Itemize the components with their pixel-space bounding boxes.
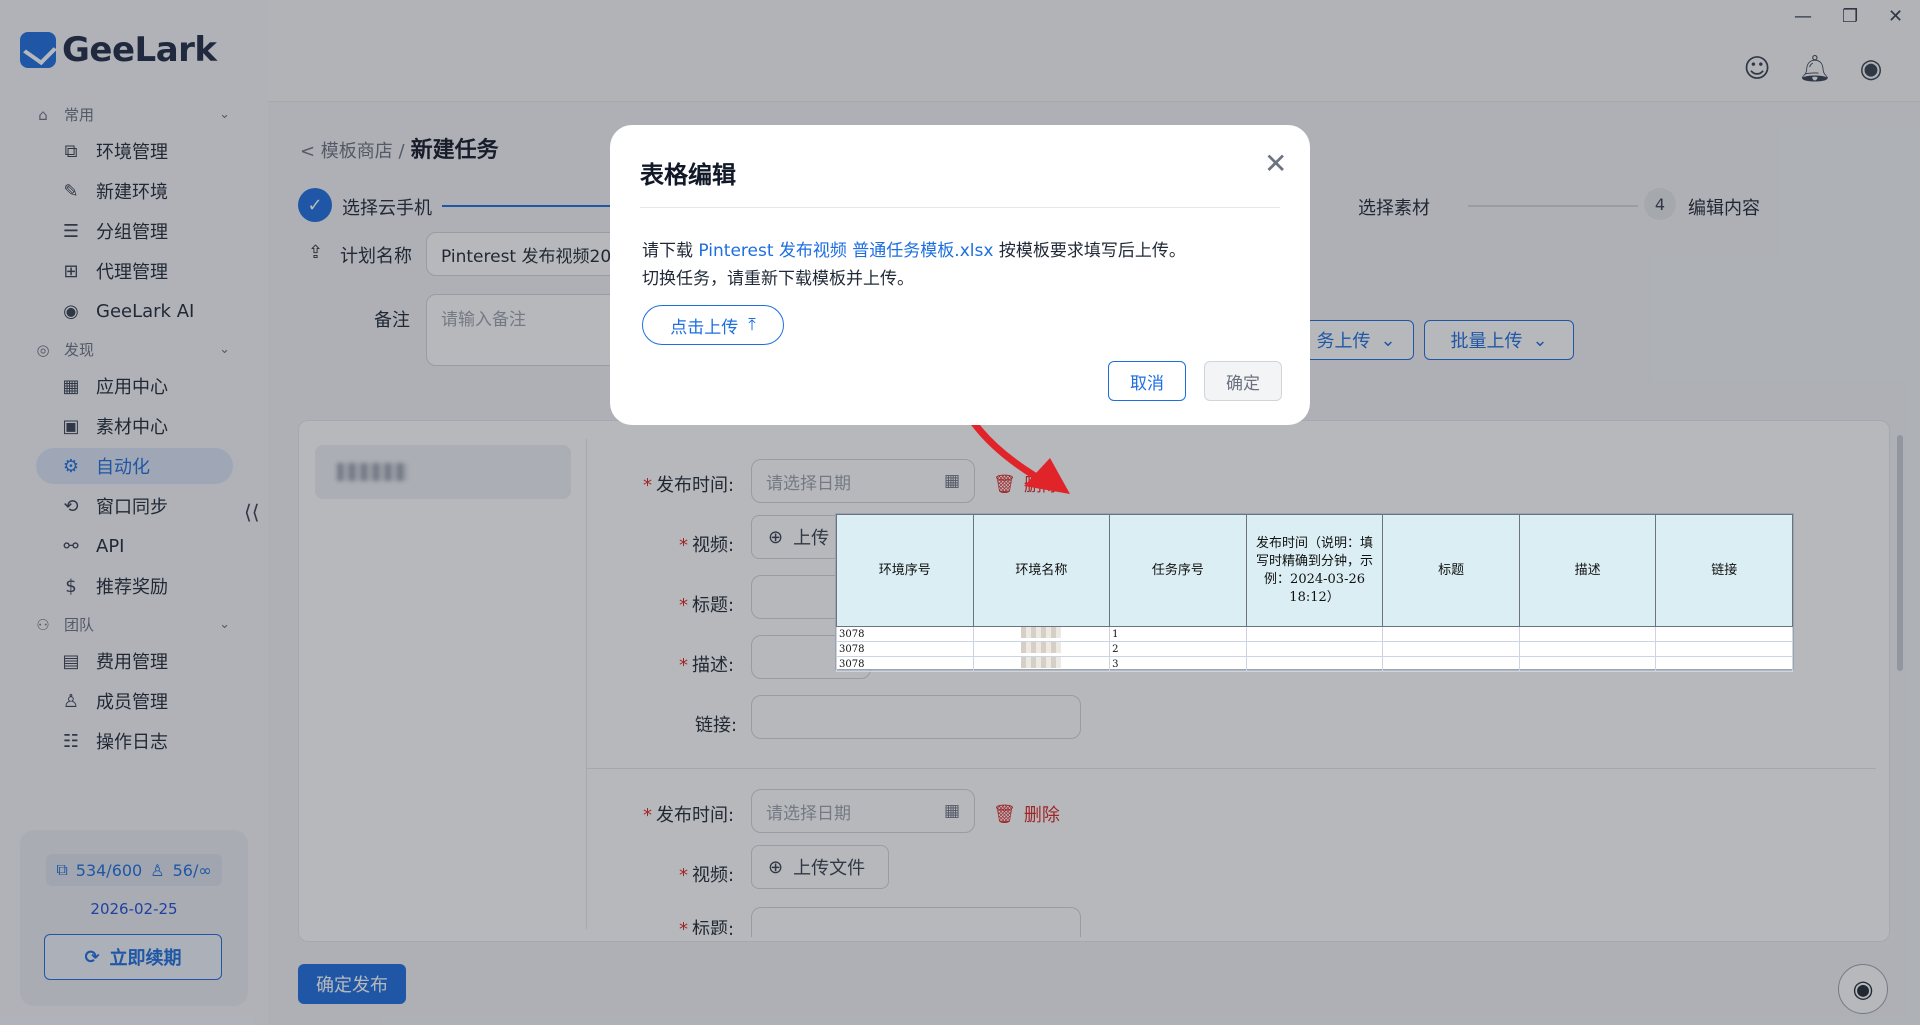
template-table: 环境序号 环境名称 任务序号 发布时间（说明：填写时精确到分钟，示例：2024-… (836, 514, 1793, 672)
col-env-name: 环境名称 (972, 514, 1111, 627)
col-link: 链接 (1655, 514, 1793, 627)
table-row: 3078 3 (836, 656, 1793, 672)
download-template-link[interactable]: Pinterest 发布视频 普通任务模板.xlsx (698, 241, 993, 261)
table-edit-dialog: 表格编辑 ✕ 请下载 Pinterest 发布视频 普通任务模板.xlsx 按模… (610, 125, 1310, 425)
pixelated-name (1021, 642, 1062, 653)
cancel-button[interactable]: 取消 (1108, 361, 1186, 401)
col-title: 标题 (1382, 514, 1520, 627)
click-upload-button[interactable]: 点击上传 ⤒ (642, 305, 784, 345)
table-row: 3078 1 (836, 626, 1793, 642)
dialog-instructions: 请下载 Pinterest 发布视频 普通任务模板.xlsx 按模板要求填写后上… (642, 241, 1186, 289)
pixelated-name (1021, 627, 1062, 638)
col-desc: 描述 (1518, 514, 1657, 627)
dialog-divider (640, 207, 1280, 208)
col-env-no: 环境序号 (836, 514, 974, 627)
upload-icon: ⤒ (748, 315, 756, 335)
table-row: 3078 2 (836, 641, 1793, 657)
confirm-button[interactable]: 确定 (1204, 361, 1282, 401)
close-icon[interactable]: ✕ (1264, 147, 1287, 180)
col-task-no: 任务序号 (1109, 514, 1247, 627)
dialog-title: 表格编辑 (640, 161, 736, 189)
pixelated-name (1021, 657, 1062, 668)
spreadsheet-preview: 环境序号 环境名称 任务序号 发布时间（说明：填写时精确到分钟，示例：2024-… (835, 513, 1794, 672)
col-publish-time: 发布时间（说明：填写时精确到分钟，示例：2024-03-26 18:12） (1245, 514, 1384, 627)
